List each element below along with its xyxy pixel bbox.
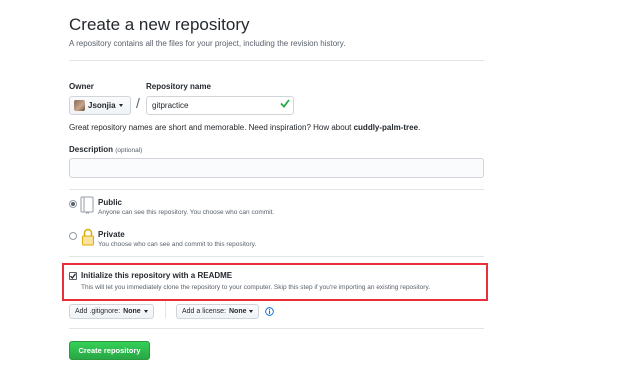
owner-dropdown[interactable]: Jsonjia [69, 96, 131, 115]
divider [69, 328, 484, 329]
gitignore-value: None [123, 308, 141, 315]
page-title: Create a new repository [69, 15, 250, 34]
readme-checkbox[interactable] [69, 272, 77, 280]
license-dropdown[interactable]: Add a license: None [176, 304, 260, 319]
description-input[interactable] [69, 158, 484, 178]
caret-down-icon [118, 104, 123, 107]
optional-label: (optional) [115, 147, 143, 154]
owner-label: Owner [69, 82, 94, 91]
private-description: You choose who can see and commit to thi… [98, 241, 257, 248]
repo-name-input[interactable]: gitpractice [146, 96, 294, 115]
divider [69, 60, 484, 61]
divider [69, 256, 484, 257]
license-value: None [228, 308, 247, 315]
repo-name-label: Repository name [146, 82, 211, 91]
divider [165, 301, 166, 318]
description-label: Description (optional) [69, 145, 142, 154]
public-title: Public [98, 198, 123, 207]
owner-repo-separator: / [136, 95, 140, 111]
hint-text: Great repository names are short and mem… [69, 123, 354, 132]
divider [69, 189, 484, 190]
private-radio[interactable] [69, 232, 77, 240]
create-repository-button[interactable]: Create repository [69, 341, 150, 360]
avatar [74, 100, 85, 111]
license-prefix: Add a license: [182, 308, 226, 315]
public-description: Anyone can see this repository. You choo… [98, 209, 275, 216]
page-subtitle: A repository contains all the files for … [69, 39, 346, 48]
readme-title: Initialize this repository with a README [81, 271, 233, 280]
owner-name: Jsonjia [88, 101, 116, 110]
gitignore-prefix: Add .gitignore: [75, 308, 121, 315]
caret-down-icon [143, 310, 148, 313]
suggested-name-link[interactable]: cuddly-palm-tree [354, 123, 418, 132]
name-hint: Great repository names are short and mem… [69, 123, 420, 132]
info-icon[interactable] [265, 307, 274, 316]
readme-highlight-box [62, 263, 488, 301]
caret-down-icon [249, 310, 254, 313]
lock-icon [82, 228, 94, 246]
checkbox-check-icon [70, 273, 76, 279]
readme-description: This will let you immediately clone the … [81, 284, 431, 291]
public-radio[interactable] [69, 200, 77, 208]
hint-end: . [418, 123, 421, 132]
private-title: Private [98, 230, 125, 239]
description-label-text: Description [69, 145, 114, 154]
repo-book-icon [80, 196, 94, 214]
gitignore-dropdown[interactable]: Add .gitignore: None [69, 304, 154, 319]
checkmark-icon [280, 99, 290, 108]
